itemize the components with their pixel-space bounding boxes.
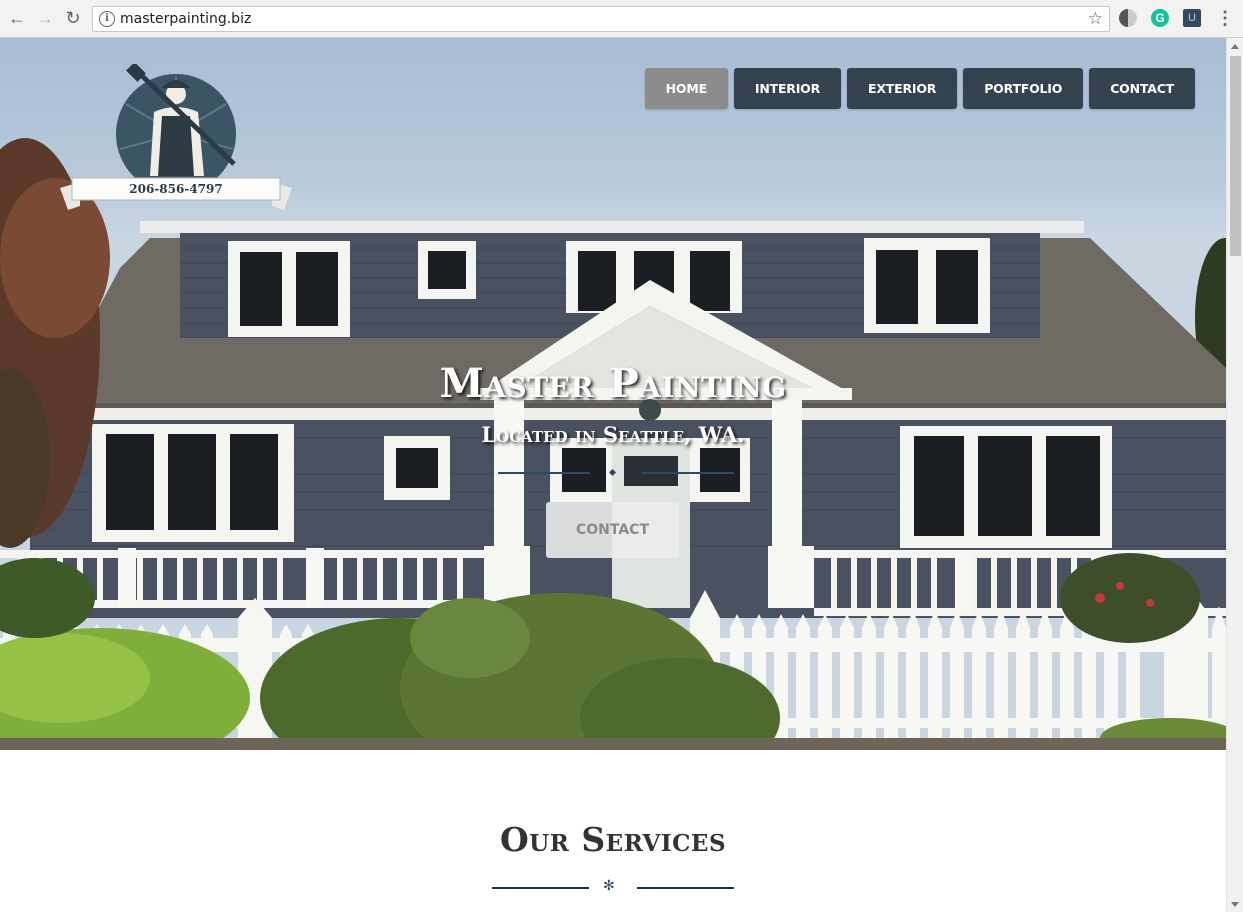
hero-section: 206-856-4797 HOME INTERIOR EXTERIOR PORT… [0, 38, 1226, 750]
scroll-down-icon[interactable] [1231, 902, 1239, 907]
page-scrollbar[interactable] [1226, 38, 1243, 912]
site-info-icon[interactable]: i [99, 11, 115, 27]
hero-title: Master Painting [439, 360, 787, 407]
nav-portfolio[interactable]: PORTFOLIO [963, 68, 1084, 109]
back-arrow-icon[interactable]: ← [6, 7, 28, 29]
logo[interactable]: 206-856-4797 [58, 62, 294, 214]
u-extension-icon[interactable]: U [1183, 9, 1201, 27]
snowflake-icon: ✻ [603, 878, 615, 894]
scroll-up-icon[interactable] [1231, 44, 1239, 49]
address-bar[interactable]: i masterpainting.biz ☆ [92, 6, 1110, 32]
hero-subtitle: Located in Seattle, WA. [481, 422, 745, 447]
menu-dots-icon[interactable]: ⋮ [1216, 8, 1234, 28]
services-divider: ✻ [492, 878, 734, 895]
nav-exterior[interactable]: EXTERIOR [847, 68, 958, 109]
nav-home[interactable]: HOME [644, 68, 728, 109]
hero-contact-button[interactable]: CONTACT [546, 502, 679, 558]
scrollbar-thumb[interactable] [1230, 56, 1241, 256]
hero-divider [498, 468, 734, 477]
main-nav: HOME INTERIOR EXTERIOR PORTFOLIO CONTACT [644, 68, 1195, 109]
nav-interior[interactable]: INTERIOR [733, 68, 842, 109]
diamond-icon [608, 468, 617, 477]
address-bar-url[interactable]: masterpainting.biz [120, 11, 251, 27]
browser-toolbar: ← → ↻ i masterpainting.biz ☆ G U ⋮ [0, 0, 1243, 38]
bookmark-star-icon[interactable]: ☆ [1088, 9, 1103, 29]
forward-arrow-icon[interactable]: → [34, 7, 56, 29]
page-viewport: 206-856-4797 HOME INTERIOR EXTERIOR PORT… [0, 38, 1226, 912]
grammarly-extension-icon[interactable]: G [1151, 9, 1169, 27]
halfmoon-extension-icon[interactable] [1119, 9, 1137, 27]
logo-phone[interactable]: 206-856-4797 [72, 178, 280, 200]
reload-icon[interactable]: ↻ [62, 7, 84, 29]
services-title: Our Services [499, 820, 727, 859]
nav-contact[interactable]: CONTACT [1089, 68, 1195, 109]
